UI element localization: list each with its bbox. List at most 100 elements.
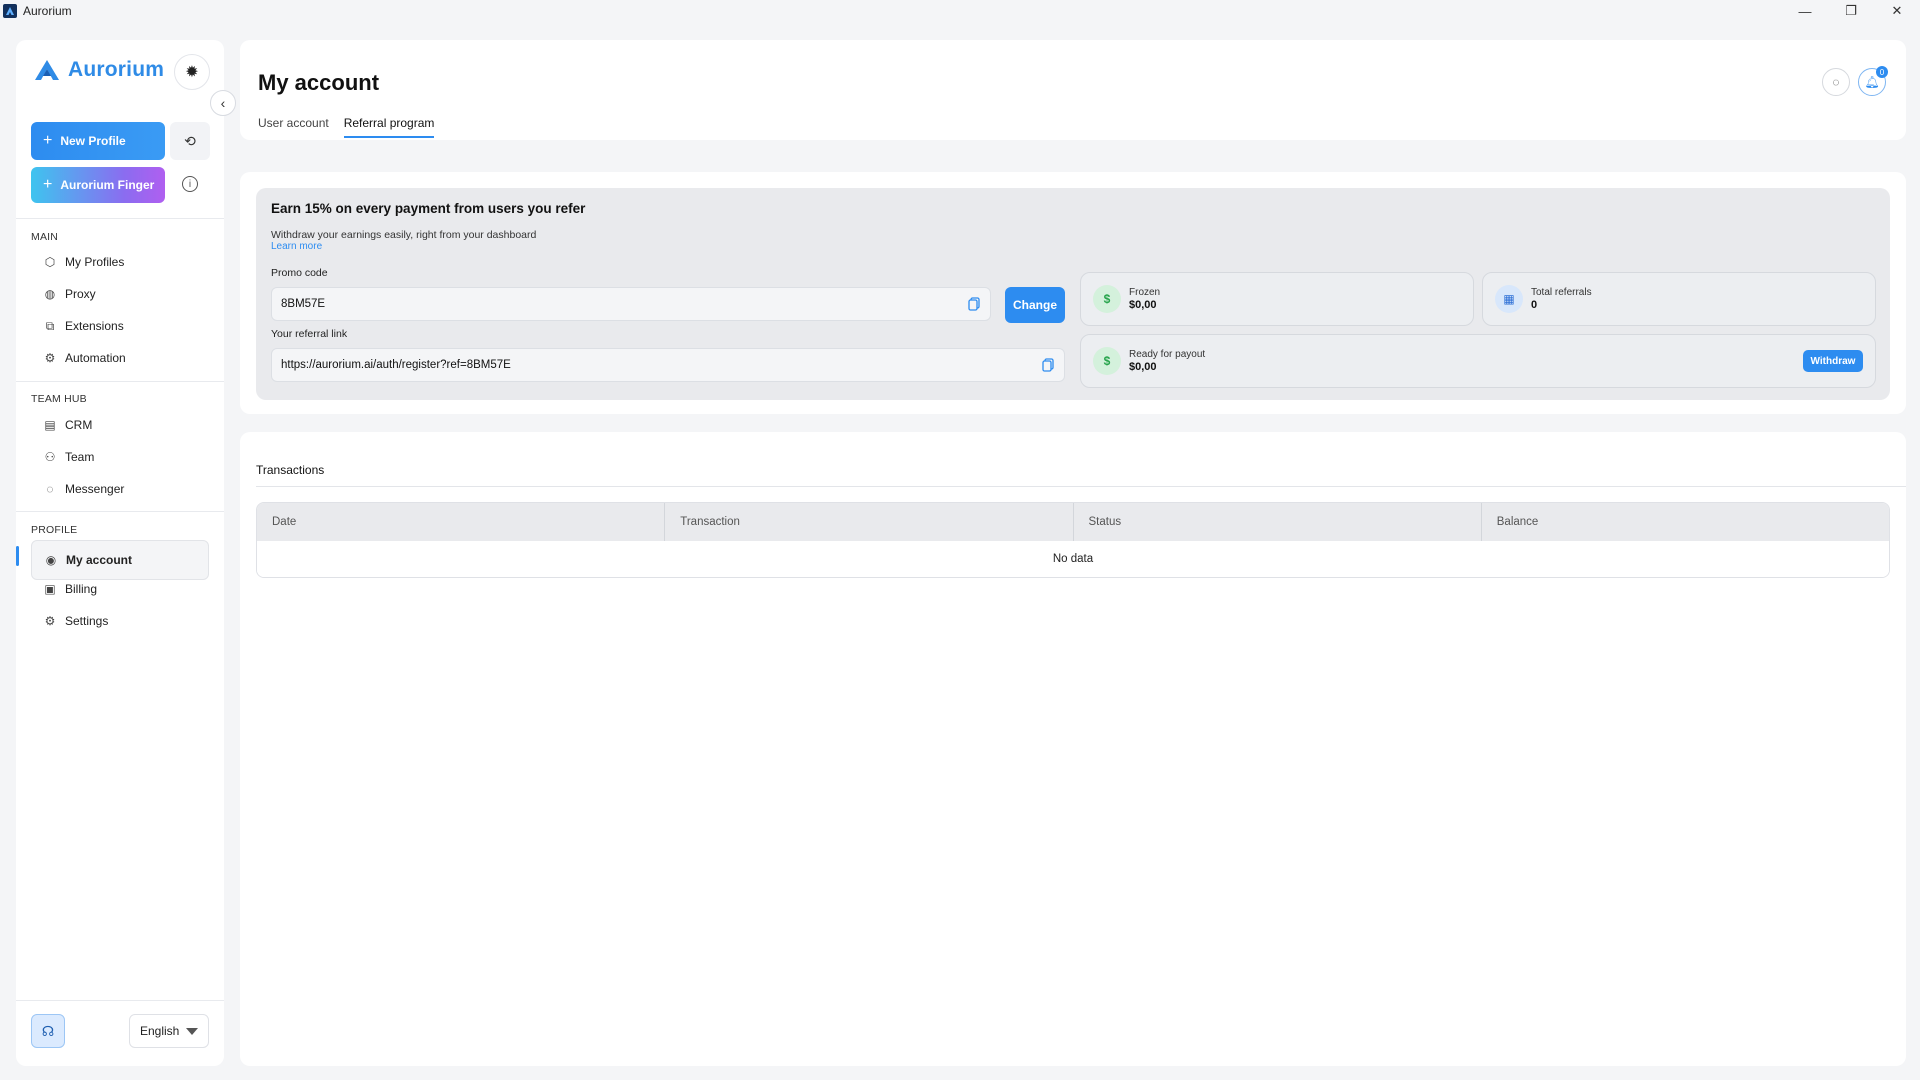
page-title: My account (258, 70, 380, 95)
sidebar-item-label: My account (66, 553, 133, 567)
aurorium-finger-button[interactable]: + Aurorium Finger (31, 167, 165, 203)
sidebar-item-label: Settings (65, 614, 109, 628)
dollar-icon: $ (1093, 347, 1121, 375)
transactions-section: Transactions Date Transaction Status Bal… (240, 432, 1906, 1066)
chevron-left-icon: ‹ (220, 95, 226, 111)
column-header-balance[interactable]: Balance (1482, 503, 1889, 541)
plus-icon: + (43, 176, 53, 193)
frozen-label: Frozen (1129, 287, 1161, 298)
payout-stat-card: $ Ready for payout $0,00 Withdraw (1080, 334, 1876, 388)
chat-icon: ◌ (1832, 75, 1840, 89)
table-header: Date Transaction Status Balance (257, 503, 1889, 541)
divider (16, 511, 224, 512)
account-tabs: User account Referral program (258, 116, 435, 138)
automation-icon: ⚙ (44, 351, 56, 365)
history-icon: ⟲ (184, 132, 196, 149)
ready-payout-value: $0,00 (1129, 361, 1157, 373)
sidebar-item-label: CRM (65, 418, 93, 432)
notification-badge: 0 (1876, 66, 1888, 78)
minimize-icon[interactable]: — (1782, 0, 1828, 22)
referral-link-field[interactable]: https://aurorium.ai/auth/register?ref=8B… (271, 348, 1065, 382)
bell-icon: 🔔︎ (1864, 75, 1880, 89)
sidebar-item-label: Messenger (65, 482, 125, 496)
aurorium-finger-label: Aurorium Finger (60, 178, 155, 192)
total-referrals-label: Total referrals (1531, 287, 1592, 298)
total-referrals-stat-card: ▦ Total referrals 0 (1482, 272, 1876, 326)
column-header-transaction[interactable]: Transaction (665, 503, 1074, 541)
referral-link-label: Your referral link (271, 328, 348, 340)
user-circle-icon: ◉ (45, 553, 57, 567)
wallet-icon: ▣ (44, 582, 56, 596)
notifications-button[interactable]: 🔔︎ 0 (1858, 66, 1888, 96)
copy-icon[interactable] (1042, 358, 1054, 372)
frozen-stat-card: $ Frozen $0,00 (1080, 272, 1474, 326)
chevron-down-icon (186, 1027, 198, 1035)
sidebar-item-label: My Profiles (65, 255, 125, 269)
divider (16, 381, 224, 382)
frozen-value: $0,00 (1129, 299, 1157, 311)
divider (16, 218, 224, 219)
box-icon: ⬡ (44, 255, 56, 269)
chat-icon: ◌ (46, 482, 54, 496)
globe-icon: ◍ (44, 287, 56, 301)
language-select[interactable]: English (129, 1014, 209, 1048)
promo-code-value: 8BM57E (281, 298, 326, 310)
sidebar-item-label: Extensions (65, 319, 124, 333)
restore-icon[interactable]: ❐ (1828, 0, 1874, 22)
active-item-marker (16, 546, 19, 566)
sidebar-item-label: Team (65, 450, 95, 464)
tab-referral-program[interactable]: Referral program (343, 116, 435, 138)
section-title-team-hub: TEAM HUB (31, 393, 87, 405)
sidebar: Aurorium ✹ + New Profile ⟲ + Aurorium Fi… (16, 40, 224, 1066)
referral-headline: Earn 15% on every payment from users you… (271, 201, 586, 216)
language-value: English (140, 1024, 180, 1038)
brand[interactable]: Aurorium (34, 58, 164, 82)
tab-user-account[interactable]: User account (258, 116, 329, 138)
new-profile-button[interactable]: + New Profile (31, 122, 165, 160)
referral-section: Earn 15% on every payment from users you… (240, 172, 1906, 414)
team-icon: ⚇ (44, 450, 56, 464)
referral-panel: Earn 15% on every payment from users you… (256, 188, 1890, 400)
promo-code-label: Promo code (271, 267, 328, 279)
app-logo-icon (3, 4, 17, 18)
window-title: Aurorium (23, 4, 72, 18)
sidebar-item-messenger[interactable]: ◌ Messenger (31, 469, 209, 509)
divider (16, 1000, 224, 1001)
history-button[interactable]: ⟲ (170, 122, 210, 160)
dollar-icon: $ (1093, 285, 1121, 313)
promo-code-field[interactable]: 8BM57E (271, 287, 991, 321)
close-icon[interactable]: ✕ (1874, 0, 1920, 22)
collapse-sidebar-button[interactable]: ‹ (210, 90, 236, 116)
sidebar-item-label: Automation (65, 351, 126, 365)
sidebar-item-label: Proxy (65, 287, 96, 301)
window-controls: — ❐ ✕ (1782, 0, 1920, 22)
sidebar-item-label: Billing (65, 582, 98, 596)
column-header-date[interactable]: Date (257, 503, 666, 541)
brand-name: Aurorium (68, 58, 165, 81)
table-empty-state: No data (257, 541, 1889, 577)
page-header: My account User account Referral program… (240, 40, 1906, 140)
sidebar-item-automation[interactable]: ⚙ Automation (31, 338, 209, 378)
copy-icon[interactable] (968, 297, 980, 311)
puzzle-icon: ⧉ (45, 318, 55, 333)
referrals-icon: ▦ (1495, 285, 1523, 313)
sidebar-item-settings[interactable]: ⚙ Settings (31, 601, 209, 641)
aurorium-logo-icon (35, 60, 59, 80)
referral-link-value: https://aurorium.ai/auth/register?ref=8B… (281, 359, 511, 371)
ready-payout-label: Ready for payout (1129, 349, 1206, 360)
section-title-profile: PROFILE (31, 524, 78, 536)
messages-button[interactable]: ◌ (1822, 68, 1850, 96)
info-icon[interactable]: i (182, 176, 198, 192)
change-promo-button[interactable]: Change (1005, 287, 1065, 323)
headset-icon: ☊ (41, 1022, 55, 1039)
sun-icon: ✹ (185, 64, 199, 81)
new-profile-label: New Profile (60, 134, 126, 148)
learn-more-link[interactable]: Learn more (271, 241, 322, 252)
column-header-status[interactable]: Status (1074, 503, 1482, 541)
transactions-title: Transactions (256, 463, 325, 477)
support-button[interactable]: ☊ (31, 1014, 65, 1048)
withdraw-button[interactable]: Withdraw (1803, 350, 1863, 372)
plus-icon: + (43, 132, 53, 149)
referral-subtitle: Withdraw your earnings easily, right fro… (271, 229, 537, 241)
theme-toggle-button[interactable]: ✹ (174, 54, 210, 90)
